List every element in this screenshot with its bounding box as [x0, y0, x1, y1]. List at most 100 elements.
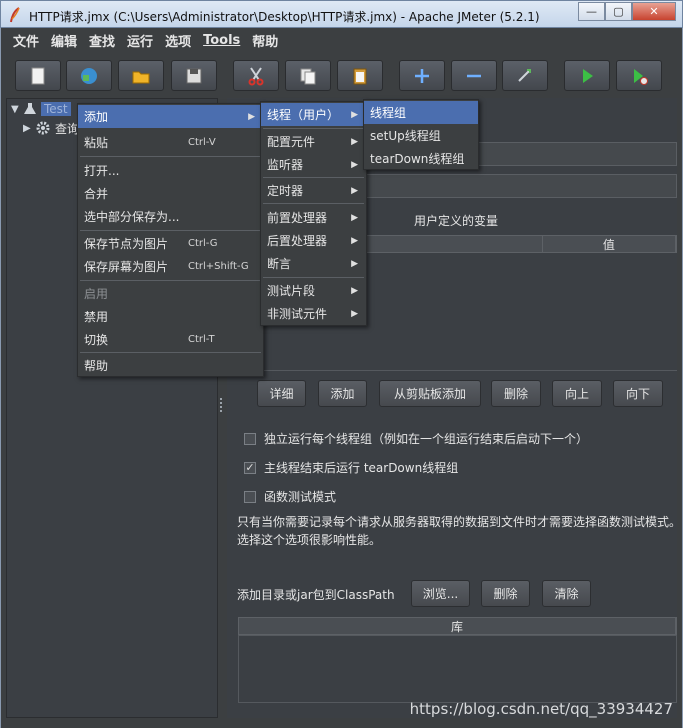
submenu-thread-group[interactable]: 线程组	[364, 101, 478, 124]
menu-shortcut: Ctrl-G	[188, 238, 218, 249]
add-button[interactable]: 添加	[318, 380, 367, 407]
menu-separator	[263, 177, 364, 178]
new-button[interactable]	[15, 60, 61, 91]
submenu-arrow-icon: ▶	[351, 235, 358, 246]
menu-file[interactable]: 文件	[7, 31, 45, 50]
menu-options[interactable]: 选项	[159, 31, 197, 50]
library-table-body[interactable]	[238, 635, 677, 703]
move-up-button[interactable]: 向上	[552, 380, 602, 407]
submenu-arrow-icon: ▶	[351, 136, 358, 147]
checkbox-box-checked[interactable]: ✓	[244, 461, 256, 474]
collapse-all-button[interactable]	[451, 60, 497, 91]
paste-button[interactable]	[337, 60, 383, 91]
submenu-post-processor[interactable]: 后置处理器 ▶	[261, 229, 366, 252]
copy-button[interactable]	[285, 60, 331, 91]
note-line-2: 选择这个选项很影响性能。	[237, 533, 382, 547]
submenu-arrow-icon: ▶	[351, 212, 358, 223]
submenu-arrow-icon: ▶	[351, 159, 358, 170]
menu-shortcut: Ctrl-V	[188, 137, 216, 148]
submenu-arrow-icon: ▶	[248, 111, 255, 122]
submenu-listener[interactable]: 监听器 ▶	[261, 153, 366, 176]
detail-button[interactable]: 详细	[257, 380, 306, 407]
menu-separator	[80, 156, 261, 157]
expand-icon	[415, 68, 429, 83]
start-no-pauses-button[interactable]	[616, 60, 662, 91]
menu-tools[interactable]: Tools	[197, 33, 246, 48]
tree-node-root[interactable]: ▼ Test	[11, 100, 71, 118]
context-menu-toggle[interactable]: 切换 Ctrl-T	[78, 328, 263, 351]
functional-test-mode-checkbox[interactable]: 函数测试模式	[244, 488, 336, 505]
run-groups-consecutively-checkbox[interactable]: 独立运行每个线程组（例如在一个组运行结束后启动下一个）	[244, 430, 588, 447]
context-menu-save-node-image[interactable]: 保存节点为图片 Ctrl-G	[78, 232, 263, 255]
checkbox-box[interactable]	[244, 432, 256, 445]
browse-button[interactable]: 浏览...	[411, 580, 470, 607]
toggle-icon	[518, 68, 531, 82]
maximize-button[interactable]: ▢	[605, 2, 632, 21]
submenu-setup-thread-group[interactable]: setUp线程组	[364, 124, 478, 147]
context-menu: 添加 ▶ 粘贴 Ctrl-V 打开... 合并 选中部分保存为... 保存节点为图片…	[77, 103, 264, 377]
move-down-button[interactable]: 向下	[613, 380, 663, 407]
toggle-button[interactable]	[502, 60, 548, 91]
menu-label: 后置处理器	[267, 234, 328, 248]
save-button[interactable]	[171, 60, 217, 91]
checkbox-box[interactable]	[244, 490, 256, 503]
menu-run[interactable]: 运行	[121, 31, 159, 50]
col-value-header[interactable]: 值	[543, 236, 676, 252]
submenu-test-fragment[interactable]: 测试片段 ▶	[261, 279, 366, 302]
close-button[interactable]: ✕	[632, 2, 676, 21]
context-menu-add[interactable]: 添加 ▶	[78, 105, 263, 128]
new-icon	[31, 67, 45, 84]
start-no-pauses-icon	[634, 68, 648, 85]
checkbox-label: 函数测试模式	[264, 490, 337, 504]
expand-all-button[interactable]	[399, 60, 445, 91]
submenu-threads[interactable]: 线程（用户） ▶	[261, 103, 366, 126]
menu-search[interactable]: 查找	[83, 31, 121, 50]
cut-button[interactable]	[233, 60, 279, 91]
clear-button[interactable]: 清除	[542, 580, 591, 607]
udv-table-header: 值	[357, 235, 677, 253]
minimize-button[interactable]: —	[578, 2, 605, 21]
watermark: https://blog.csdn.net/qq_33934427	[409, 700, 673, 718]
teardown-on-shutdown-checkbox[interactable]: ✓ 主线程结束后运行 tearDown线程组	[244, 459, 458, 476]
context-menu-help[interactable]: 帮助	[78, 354, 263, 377]
context-menu-open[interactable]: 打开...	[78, 159, 263, 182]
collapsed-toggle-icon[interactable]: ▶	[23, 123, 35, 134]
menu-label: 监听器	[267, 158, 304, 172]
delete-button[interactable]: 删除	[491, 380, 541, 407]
context-menu-enable: 启用	[78, 282, 263, 305]
templates-button[interactable]	[66, 60, 112, 91]
menu-help[interactable]: 帮助	[246, 31, 284, 50]
menu-label: 断言	[267, 257, 292, 271]
submenu-non-test-element[interactable]: 非测试元件 ▶	[261, 302, 366, 325]
menu-separator	[263, 203, 364, 204]
context-menu-paste[interactable]: 粘贴 Ctrl-V	[78, 131, 263, 154]
context-menu-disable[interactable]: 禁用	[78, 305, 263, 328]
open-button[interactable]	[118, 60, 164, 91]
context-menu-save-screen-image[interactable]: 保存屏幕为图片 Ctrl+Shift-G	[78, 255, 263, 278]
menu-edit[interactable]: 编辑	[45, 31, 83, 50]
comments-field[interactable]	[357, 174, 677, 198]
context-menu-save-selection[interactable]: 选中部分保存为...	[78, 205, 263, 228]
col-name-header[interactable]	[358, 236, 543, 252]
menu-label: 定时器	[267, 184, 304, 198]
tree-node-root-label[interactable]: Test	[41, 102, 71, 116]
submenu-pre-processor[interactable]: 前置处理器 ▶	[261, 206, 366, 229]
menu-label: 粘贴	[84, 136, 109, 150]
submenu-timer[interactable]: 定时器 ▶	[261, 179, 366, 202]
context-menu-merge[interactable]: 合并	[78, 182, 263, 205]
tree-node-child-label[interactable]: 查询	[55, 120, 79, 137]
start-button[interactable]	[564, 60, 610, 91]
col-library-header[interactable]: 库	[239, 618, 676, 634]
classpath-delete-button[interactable]: 删除	[481, 580, 530, 607]
title-bar: HTTP请求.jmx (C:\Users\Administrator\Deskt…	[0, 0, 683, 28]
submenu-assertion[interactable]: 断言 ▶	[261, 252, 366, 275]
checkbox-label: 主线程结束后运行 tearDown线程组	[264, 461, 459, 475]
menu-shortcut: Ctrl-T	[188, 334, 215, 345]
collapse-icon	[467, 74, 481, 77]
tree-node-child[interactable]: ▶ 查询	[23, 119, 79, 137]
submenu-teardown-thread-group[interactable]: tearDown线程组	[364, 147, 478, 170]
expand-toggle-icon[interactable]: ▼	[11, 104, 23, 115]
add-from-clipboard-button[interactable]: 从剪贴板添加	[379, 380, 481, 407]
submenu-config-element[interactable]: 配置元件 ▶	[261, 130, 366, 153]
submenu-arrow-icon: ▶	[351, 109, 358, 120]
